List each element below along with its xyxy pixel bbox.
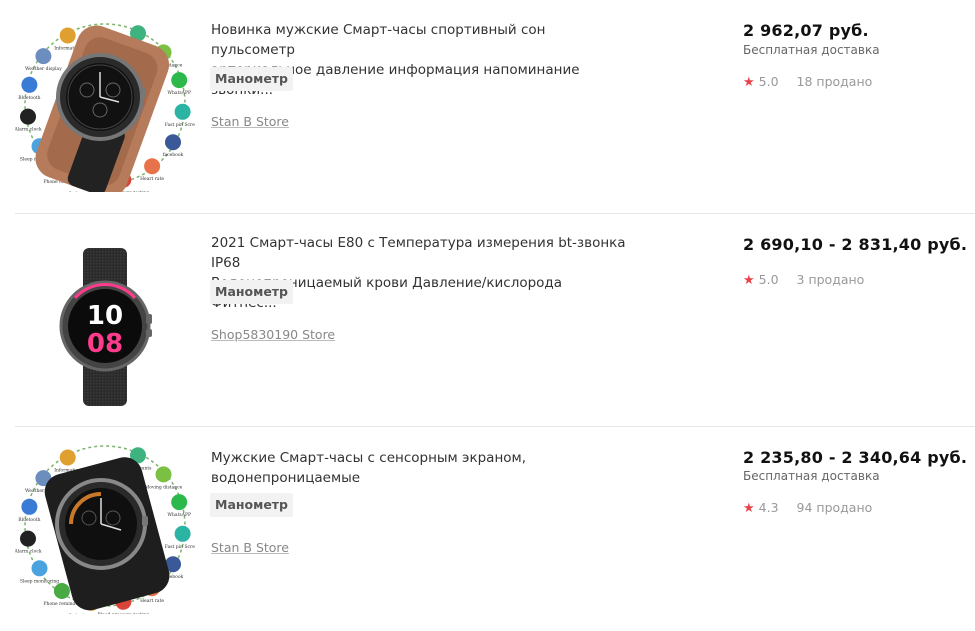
product-tag[interactable]: Манометр	[210, 493, 293, 517]
rating-value: 5.0	[758, 74, 779, 89]
smartwatch-brown-strap-features-icon: Step countsMoving distanceWhatsAPPFast p…	[13, 23, 201, 198]
feature-label: Heart rate	[140, 598, 164, 604]
feature-label: Heart rate	[140, 176, 164, 182]
feature-bubble-icon	[171, 494, 188, 511]
shipping-info: Бесплатная доставка	[743, 43, 880, 57]
feature-bubble-icon	[174, 525, 191, 542]
smartwatch-black-strap-features-icon: Step countsMoving distanceWhatsAPPFast p…	[13, 445, 201, 619]
feature-label: Bluetooth	[18, 517, 40, 523]
product-title-line[interactable]: 2021 Смарт-часы E80 с Температура измере…	[211, 235, 626, 271]
product-price: 2 235,80 - 2 340,64 руб.	[743, 448, 968, 467]
store-link[interactable]: Shop5830190 Store	[211, 327, 335, 342]
product-image[interactable]: 10 08	[15, 236, 195, 416]
product-tag[interactable]: Манометр	[210, 280, 293, 304]
sold-count: 18 продано	[796, 74, 873, 89]
rating-block: ★ 4.3 94 продано	[743, 500, 872, 516]
feature-label: Fast pin Screen	[165, 122, 195, 128]
shipping-info: Бесплатная доставка	[743, 469, 880, 483]
feature-bubble-icon	[20, 108, 36, 125]
sold-count: 94 продано	[796, 500, 873, 515]
product-image[interactable]: Step countsMoving distanceWhatsAPPFast p…	[13, 434, 201, 619]
product-price: 2 962,07 руб.	[743, 21, 869, 40]
store-link[interactable]: Stan B Store	[211, 114, 289, 129]
feature-bubble-icon	[171, 72, 188, 89]
star-icon: ★	[743, 501, 755, 516]
feature-label: facebook	[163, 152, 184, 158]
feature-bubble-icon	[21, 498, 38, 515]
rating-value: 4.3	[758, 500, 779, 515]
star-icon: ★	[743, 273, 755, 288]
feature-bubble-icon	[20, 530, 36, 547]
product-tag[interactable]: Манометр	[210, 67, 293, 91]
product-card[interactable]: 10 08 2021 Смарт-часы E80 с Температура …	[0, 213, 975, 426]
feature-label: Alarm clock	[15, 549, 42, 555]
feature-bubble-icon	[21, 76, 38, 93]
rating-block: ★ 5.0 18 продано	[743, 74, 872, 90]
feature-bubble-icon	[165, 134, 181, 151]
feature-label: Weather display	[25, 66, 62, 72]
product-card[interactable]: Step countsMoving distanceWhatsAPPFast p…	[0, 426, 975, 631]
store-link[interactable]: Stan B Store	[211, 540, 289, 555]
feature-bubble-icon	[31, 560, 48, 577]
feature-bubble-icon	[144, 158, 161, 175]
product-title-line[interactable]: Новинка мужские Смарт-часы спортивный со…	[211, 22, 546, 58]
feature-bubble-icon	[59, 27, 76, 44]
product-image[interactable]: Step countsMoving distanceWhatsAPPFast p…	[13, 12, 201, 198]
feature-label: WhatsAPP	[167, 90, 191, 96]
product-title[interactable]: Мужские Смарт-часы с сенсорным экраном, …	[211, 448, 631, 488]
star-icon: ★	[743, 75, 755, 90]
feature-label: WhatsAPP	[167, 512, 191, 518]
product-card[interactable]: Step countsMoving distanceWhatsAPPFast p…	[0, 0, 975, 213]
feature-bubble-icon	[59, 449, 76, 466]
feature-label: Fast pin Screen	[165, 544, 195, 550]
feature-label: Bluetooth	[18, 95, 40, 101]
svg-text:08: 08	[87, 329, 123, 359]
product-price: 2 690,10 - 2 831,40 руб.	[743, 235, 968, 254]
feature-label: Moving distance	[145, 484, 183, 490]
product-list: Step countsMoving distanceWhatsAPPFast p…	[0, 0, 975, 631]
feature-bubble-icon	[35, 48, 52, 65]
feature-bubble-icon	[155, 466, 172, 483]
feature-label: Sedentary reminder	[69, 613, 116, 614]
product-title-line[interactable]: водонепроницаемые	[211, 470, 360, 486]
svg-text:10: 10	[87, 301, 123, 331]
feature-bubble-icon	[53, 583, 70, 599]
feature-label: Sleep monitoring	[20, 578, 59, 584]
product-title-line[interactable]: Мужские Смарт-часы с сенсорным экраном,	[211, 450, 526, 466]
rating-value: 5.0	[758, 272, 779, 287]
smartwatch-black-mesh-icon: 10 08	[59, 248, 152, 406]
rating-block: ★ 5.0 3 продано	[743, 272, 864, 288]
feature-label: Alarm clock	[15, 127, 42, 133]
feature-bubble-icon	[174, 103, 191, 120]
sold-count: 3 продано	[796, 272, 865, 287]
